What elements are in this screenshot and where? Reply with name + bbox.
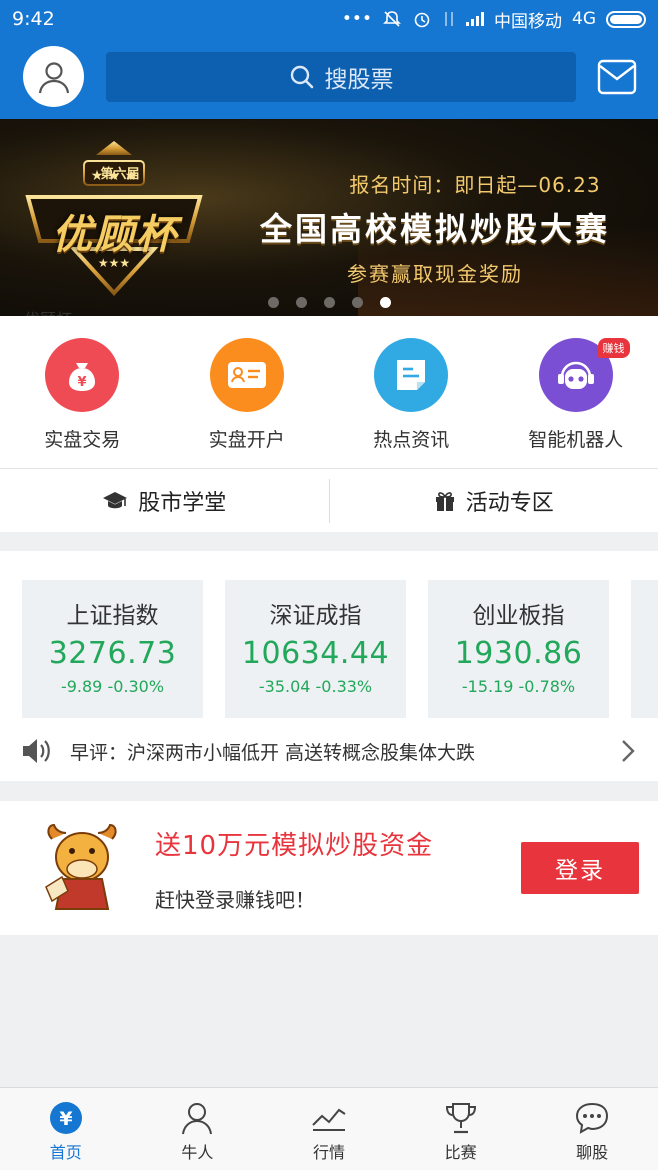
index-name: 创业板指 bbox=[472, 603, 565, 629]
badge-main-title: 优顾杯 bbox=[52, 212, 178, 258]
quick-item-open-account[interactable]: 实盘开户 bbox=[165, 316, 330, 468]
news-icon bbox=[374, 338, 449, 412]
promo-banner[interactable]: ★ ★ ★ ★★★ 第六届 优顾杯 优顾杯 报名时间：即日起—06.23 全国高… bbox=[0, 119, 658, 316]
carousel-dot[interactable] bbox=[323, 297, 335, 308]
quick-label: 热点资讯 bbox=[373, 429, 450, 451]
ox-mascot-icon bbox=[45, 823, 117, 910]
tab-contest[interactable]: 比赛 bbox=[395, 1088, 527, 1170]
index-change: -35.04 -0.33% bbox=[258, 677, 373, 696]
badge-top-text: 第六届 bbox=[100, 167, 140, 182]
quick-menu: ¥ 实盘交易 实盘开户 热点资讯 赚钱 智能机器人 bbox=[0, 316, 658, 468]
trophy-icon bbox=[443, 1100, 479, 1136]
quick-label: 实盘交易 bbox=[44, 429, 121, 451]
avatar[interactable] bbox=[23, 46, 84, 107]
user-icon bbox=[38, 61, 69, 93]
battery-icon bbox=[606, 10, 646, 28]
market-section: 上证指数 3276.73 -9.89 -0.30% 深证成指 10634.44 … bbox=[0, 551, 658, 781]
link-label: 活动专区 bbox=[465, 490, 554, 516]
quick-item-robot[interactable]: 赚钱 智能机器人 bbox=[494, 316, 658, 468]
banner-headline: 全国高校模拟炒股大赛 bbox=[259, 210, 610, 248]
alarm-clock-icon bbox=[414, 12, 430, 28]
speaker-icon bbox=[23, 739, 50, 763]
index-card-chinext[interactable]: 创业板指 1930.86 -15.19 -0.78% bbox=[428, 580, 609, 718]
search-placeholder: 搜股票 bbox=[324, 67, 394, 93]
index-change: -15.19 -0.78% bbox=[461, 677, 576, 696]
banner-text: 报名时间：即日起—06.23 全国高校模拟炒股大赛 参赛赢取现金奖励 bbox=[220, 169, 650, 287]
status-indicators: ••• 中国移动 4G bbox=[342, 7, 646, 32]
link-stock-school[interactable]: 股市学堂 bbox=[0, 469, 329, 532]
money-bag-icon: ¥ bbox=[45, 338, 120, 412]
carrier-name: 中国移动 bbox=[494, 11, 562, 32]
quick-item-real-trade[interactable]: ¥ 实盘交易 bbox=[0, 316, 165, 468]
promo-title: 送10万元模拟炒股资金 bbox=[155, 831, 434, 861]
index-card-shenzhen[interactable]: 深证成指 10634.44 -35.04 -0.33% bbox=[225, 580, 406, 718]
tab-chat[interactable]: 聊股 bbox=[526, 1088, 658, 1170]
bottom-tab-bar: ¥ 首页 牛人 行情 比赛 聊股 bbox=[0, 1087, 658, 1170]
status-bar: 9:42 ••• 中国移动 4G bbox=[0, 0, 658, 38]
carousel-dot[interactable] bbox=[267, 297, 279, 308]
quick-item-hot-news[interactable]: 热点资讯 bbox=[329, 316, 494, 468]
quick-label: 智能机器人 bbox=[528, 429, 624, 451]
tab-label: 首页 bbox=[49, 1143, 82, 1162]
status-time: 9:42 bbox=[12, 8, 55, 30]
quick-label: 实盘开户 bbox=[208, 429, 285, 451]
app-header: 搜股票 bbox=[0, 38, 658, 119]
carousel-dot-active[interactable] bbox=[379, 297, 391, 308]
chat-icon bbox=[574, 1100, 610, 1136]
news-ticker[interactable]: 早评：沪深两市小幅低开 高送转概念股集体大跌 bbox=[0, 733, 658, 769]
tab-label: 牛人 bbox=[181, 1143, 214, 1162]
index-card-partial[interactable] bbox=[631, 580, 658, 718]
svg-text:¥: ¥ bbox=[59, 1108, 72, 1130]
index-name: 上证指数 bbox=[66, 603, 159, 629]
data-arrows-icon bbox=[445, 12, 453, 26]
mute-bell-icon bbox=[383, 11, 401, 27]
feature-links: 股市学堂 活动专区 bbox=[0, 468, 658, 532]
promo-subtitle: 赶快登录赚钱吧！ bbox=[155, 888, 315, 912]
earn-badge: 赚钱 bbox=[597, 338, 630, 358]
tab-market[interactable]: 行情 bbox=[263, 1088, 395, 1170]
carousel-dots[interactable] bbox=[0, 297, 658, 308]
index-name: 深证成指 bbox=[269, 603, 362, 629]
index-value: 3276.73 bbox=[48, 636, 177, 671]
svg-text:¥: ¥ bbox=[78, 375, 87, 390]
tab-label: 聊股 bbox=[576, 1143, 609, 1162]
index-card-shanghai[interactable]: 上证指数 3276.73 -9.89 -0.30% bbox=[22, 580, 203, 718]
graduation-cap-icon bbox=[103, 491, 128, 508]
network-type: 4G bbox=[572, 9, 596, 29]
chart-line-icon bbox=[311, 1100, 347, 1136]
home-yuan-icon: ¥ bbox=[48, 1100, 84, 1136]
tab-home[interactable]: ¥ 首页 bbox=[0, 1088, 132, 1170]
index-value: 10634.44 bbox=[241, 636, 390, 671]
index-change: -9.89 -0.30% bbox=[60, 677, 165, 696]
banner-signup-time: 报名时间：即日起—06.23 bbox=[349, 173, 601, 197]
login-promo: 送10万元模拟炒股资金 赶快登录赚钱吧！ 登录 bbox=[0, 801, 658, 935]
link-label: 股市学堂 bbox=[138, 490, 227, 516]
account-card-icon bbox=[209, 338, 284, 412]
carousel-dot[interactable] bbox=[295, 297, 307, 308]
search-bar[interactable]: 搜股票 bbox=[106, 52, 576, 102]
login-button[interactable]: 登录 bbox=[521, 842, 639, 894]
banner-reward: 参赛赢取现金奖励 bbox=[347, 262, 523, 286]
index-value: 1930.86 bbox=[454, 636, 583, 671]
chevron-right-icon bbox=[622, 740, 635, 762]
carousel-dot[interactable] bbox=[351, 297, 363, 308]
link-activities[interactable]: 活动专区 bbox=[330, 469, 658, 532]
person-icon bbox=[179, 1100, 215, 1136]
news-headline: 早评：沪深两市小幅低开 高送转概念股集体大跌 bbox=[70, 741, 476, 764]
tab-label: 比赛 bbox=[444, 1143, 477, 1162]
gift-icon bbox=[435, 491, 454, 511]
mail-icon[interactable] bbox=[597, 58, 637, 96]
more-dots-icon: ••• bbox=[341, 9, 372, 29]
tab-label: 行情 bbox=[312, 1143, 345, 1162]
signal-icon bbox=[466, 12, 484, 26]
search-icon bbox=[290, 65, 313, 89]
tab-experts[interactable]: 牛人 bbox=[132, 1088, 264, 1170]
